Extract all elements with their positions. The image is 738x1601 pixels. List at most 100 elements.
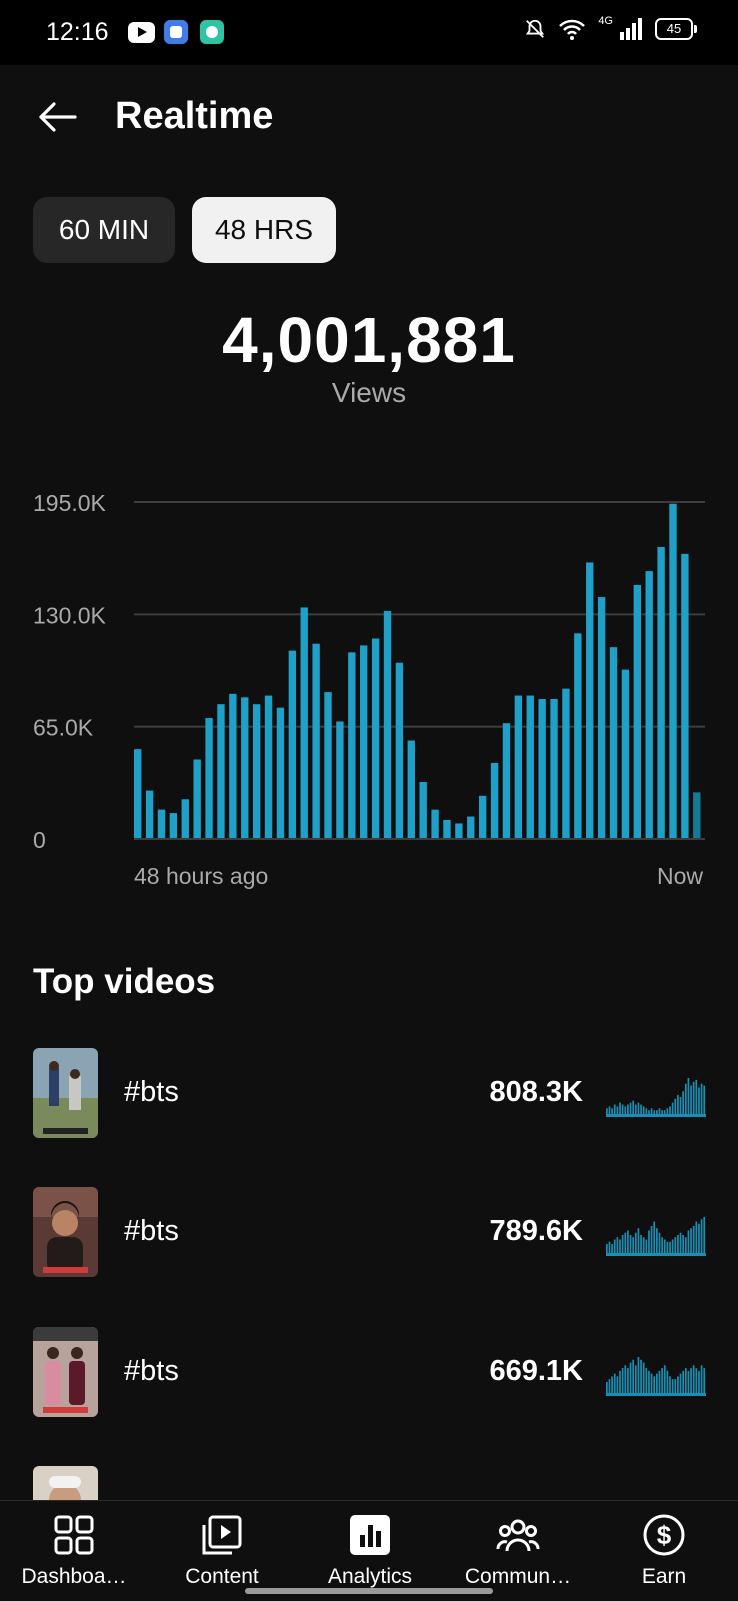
- sparkline-bar: [642, 1237, 645, 1253]
- sparkline-bar: [606, 1108, 608, 1114]
- chart-bar: [538, 699, 546, 839]
- sparkline-bar: [684, 1237, 687, 1253]
- svg-text:$: $: [657, 1520, 672, 1550]
- sparkline-baseline: [606, 1393, 706, 1396]
- signal-icon: [620, 18, 642, 40]
- sparkline-bar: [703, 1217, 706, 1253]
- sparkline-bar: [690, 1085, 692, 1114]
- nav-dashboard[interactable]: Dashboa…: [0, 1501, 148, 1601]
- sparkline-bar: [687, 1078, 690, 1114]
- sparkline-bar: [703, 1368, 706, 1393]
- sparkline-bar: [653, 1221, 656, 1253]
- chart-bar: [478, 795, 487, 839]
- chart-bar: [467, 816, 475, 839]
- sparkline-bar: [671, 1379, 674, 1393]
- sparkline-bar: [640, 1359, 642, 1393]
- chart-bar: [371, 638, 380, 839]
- sparkline-bar: [613, 1373, 616, 1393]
- chart-bar: [264, 695, 273, 839]
- back-button[interactable]: [30, 93, 84, 141]
- sparkline-bar: [624, 1365, 627, 1393]
- sparkline-bar: [629, 1235, 632, 1253]
- sparkline-bar: [637, 1102, 640, 1114]
- sparkline-bar: [650, 1226, 653, 1253]
- chart-bar: [229, 693, 237, 839]
- community-icon: [496, 1519, 540, 1552]
- wifi-icon: [559, 19, 586, 40]
- tab-60-min[interactable]: 60 MIN: [33, 197, 175, 263]
- sparkline-bar: [624, 1106, 627, 1114]
- sparkline-bar: [616, 1106, 619, 1114]
- nav-content[interactable]: Content: [148, 1501, 296, 1601]
- sparkline-bar: [616, 1376, 619, 1393]
- sparkline-bar: [608, 1241, 611, 1253]
- sparkline-bar: [619, 1102, 621, 1114]
- nav-analytics[interactable]: Analytics: [296, 1501, 444, 1601]
- chart-bar: [586, 562, 594, 839]
- video-sparkline: [606, 1217, 706, 1256]
- page-title: Realtime: [115, 95, 274, 137]
- chart-bar: [419, 781, 427, 839]
- sparkline-bar: [611, 1376, 613, 1393]
- sparkline-bar: [656, 1110, 658, 1114]
- video-row[interactable]: #bts 789.6K: [0, 1187, 738, 1279]
- chart-bar: [169, 813, 178, 839]
- views-chart[interactable]: 0 65.0K 130.0K 195.0K 48 hours ago Now: [0, 470, 738, 890]
- sparkline-bar: [606, 1381, 608, 1393]
- chat-notification-icon: [200, 20, 224, 44]
- sparkline-bar: [637, 1357, 640, 1393]
- video-sparkline: [606, 1357, 706, 1396]
- chart-bar: [562, 688, 570, 839]
- sparkline-baseline: [606, 1114, 706, 1117]
- sparkline-bar: [666, 1108, 669, 1114]
- sparkline-bar: [640, 1104, 642, 1114]
- video-row[interactable]: #bts 808.3K: [0, 1048, 738, 1140]
- y-tick-label: 130.0K: [33, 602, 107, 628]
- x-start-label: 48 hours ago: [134, 863, 268, 889]
- home-indicator[interactable]: [245, 1588, 493, 1594]
- video-views: 789.6K: [489, 1215, 583, 1247]
- sparkline-bar: [661, 1368, 663, 1393]
- sparkline-bar: [650, 1373, 653, 1393]
- sparkline-baseline: [606, 1253, 706, 1256]
- sparkline-bar: [611, 1108, 613, 1114]
- sparkline-bar: [658, 1232, 661, 1253]
- sparkline-bar: [613, 1104, 616, 1114]
- video-views: 808.3K: [489, 1076, 583, 1108]
- sparkline-bar: [627, 1368, 629, 1393]
- status-time: 12:16: [46, 18, 109, 46]
- video-title: #bts: [124, 1355, 179, 1387]
- sparkline-bar: [663, 1110, 666, 1114]
- sparkline-bar: [642, 1106, 645, 1114]
- sparkline-bar: [653, 1376, 656, 1393]
- sparkline-bar: [640, 1235, 642, 1253]
- chart-bar: [288, 650, 297, 839]
- chart-bar: [657, 546, 665, 839]
- video-row[interactable]: [0, 1466, 738, 1500]
- tab-48-hrs[interactable]: 48 HRS: [192, 197, 336, 263]
- nav-content-label: Content: [185, 1565, 259, 1588]
- sparkline-bar: [608, 1106, 611, 1114]
- video-row[interactable]: #bts 669.1K: [0, 1327, 738, 1419]
- sparkline-bar: [632, 1100, 635, 1114]
- network-type: 4G: [598, 15, 613, 27]
- chart-bar: [633, 584, 642, 839]
- nav-community[interactable]: Commun…: [444, 1501, 592, 1601]
- chart-bar: [609, 647, 618, 839]
- sparkline-bar: [671, 1102, 674, 1114]
- chart-bar: [443, 819, 451, 839]
- chart-bar: [360, 645, 368, 839]
- sparkline-bar: [613, 1239, 616, 1253]
- sparkline-bar: [637, 1228, 640, 1253]
- sparkline-bar: [679, 1232, 682, 1253]
- nav-earn[interactable]: $ Earn: [590, 1501, 738, 1601]
- sparkline-bar: [616, 1237, 619, 1253]
- sparkline-bar: [692, 1081, 695, 1114]
- sparkline-bar: [687, 1370, 690, 1393]
- sparkline-bar: [658, 1370, 661, 1393]
- sparkline-bar: [682, 1235, 685, 1253]
- nav-analytics-label: Analytics: [327, 1565, 413, 1588]
- sparkline-bar: [698, 1223, 700, 1253]
- sparkline-bar: [695, 1221, 698, 1253]
- sparkline-bar: [692, 1365, 695, 1393]
